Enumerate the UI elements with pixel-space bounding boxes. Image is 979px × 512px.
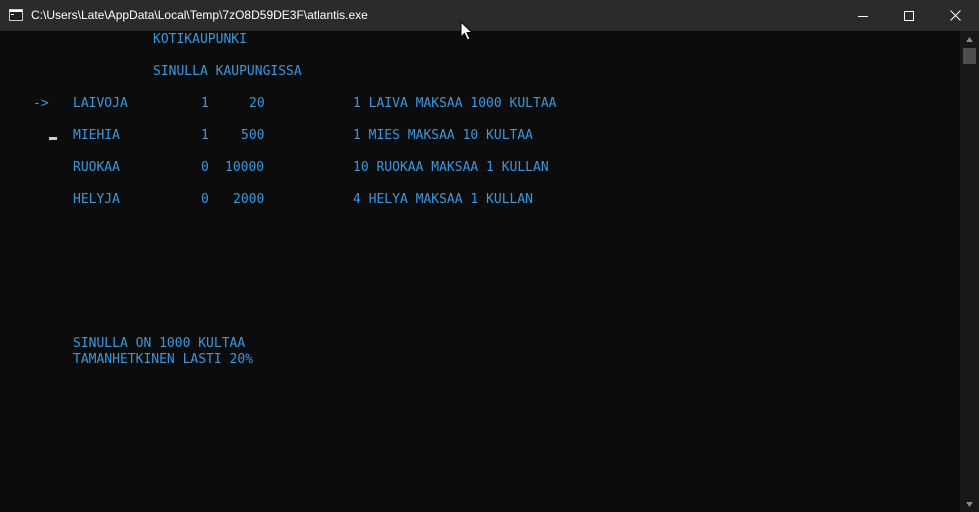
maximize-button[interactable] (886, 0, 932, 31)
console-output[interactable]: KOTIKAUPUNKI SINULLA KAUPUNGISSA -> LAIV… (0, 31, 960, 512)
cargo-status: TAMANHETKINEN LASTI 20% (73, 352, 254, 367)
maximize-icon (904, 10, 914, 21)
row-label-ships[interactable]: LAIVOJA (73, 96, 128, 112)
selection-arrow: -> (33, 96, 49, 111)
scroll-thumb[interactable] (963, 48, 976, 64)
gold-status: SINULLA ON 1000 KULTAA (73, 336, 246, 351)
row-label-men[interactable]: MIEHIA (73, 128, 120, 144)
row-city-ships: 20 (249, 96, 265, 111)
row-price-food: 10 RUOKAA MAKSAA 1 KULLAN (353, 160, 549, 175)
row-price-jewels: 4 HELYA MAKSAA 1 KULLAN (353, 192, 534, 207)
row-price-men: 1 MIES MAKSAA 10 KULTAA (353, 128, 534, 143)
console-app-icon (9, 9, 23, 21)
chevron-up-icon (966, 36, 973, 42)
scroll-down-button[interactable] (960, 496, 979, 512)
menu-subheading: SINULLA KAUPUNGISSA (153, 64, 302, 79)
row-have-ships: 1 (201, 96, 209, 111)
mouse-pointer-icon (460, 21, 474, 41)
close-icon (949, 10, 961, 21)
chevron-down-icon (966, 501, 973, 507)
text-cursor (49, 137, 57, 140)
row-have-food: 0 (201, 160, 209, 175)
menu-heading: KOTIKAUPUNKI (153, 32, 247, 47)
minimize-button[interactable] (840, 0, 886, 31)
row-label-food[interactable]: RUOKAA (73, 160, 120, 176)
row-have-men: 1 (201, 128, 209, 143)
row-label-jewels[interactable]: HELYJA (73, 192, 120, 208)
vertical-scrollbar[interactable] (960, 31, 979, 512)
row-city-men: 500 (241, 128, 265, 143)
title-bar[interactable]: C:\Users\Late\AppData\Local\Temp\7zO8D59… (0, 0, 979, 31)
row-city-food: 10000 (225, 160, 265, 175)
row-city-jewels: 2000 (233, 192, 265, 207)
close-button[interactable] (932, 0, 978, 31)
minimize-icon (858, 15, 868, 17)
console-window: C:\Users\Late\AppData\Local\Temp\7zO8D59… (0, 0, 979, 512)
row-have-jewels: 0 (201, 192, 209, 207)
window-title: C:\Users\Late\AppData\Local\Temp\7zO8D59… (31, 8, 368, 22)
scroll-up-button[interactable] (960, 31, 979, 47)
row-price-ships: 1 LAIVA MAKSAA 1000 KULTAA (353, 96, 557, 111)
